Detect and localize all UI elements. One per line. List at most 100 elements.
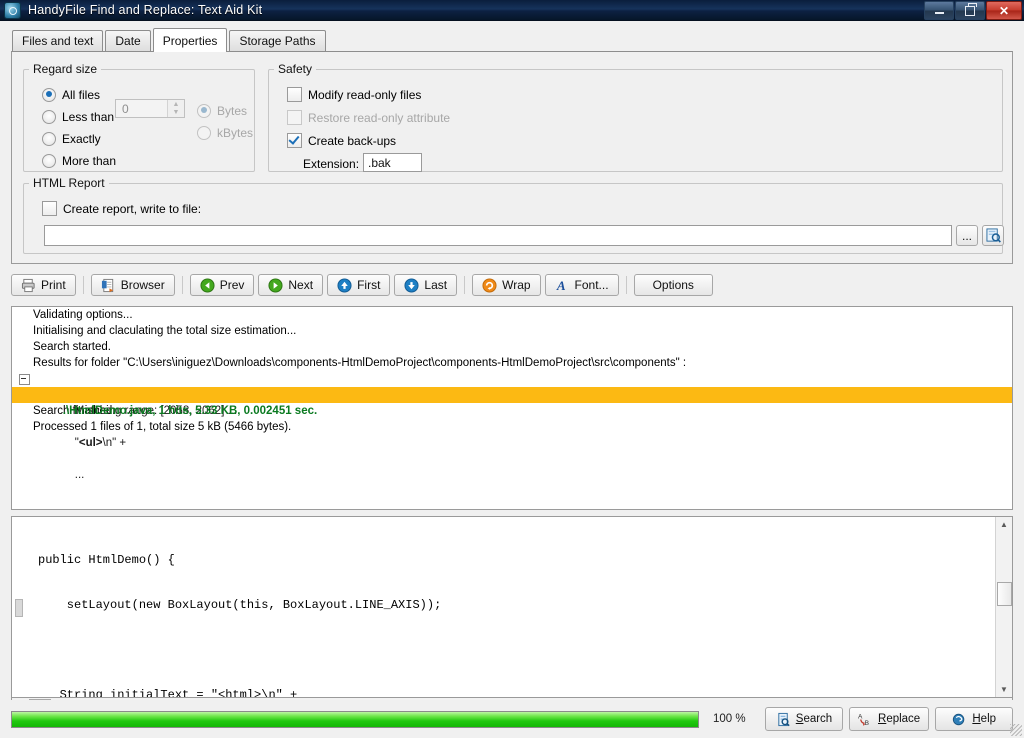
print-button[interactable]: Print bbox=[11, 274, 76, 296]
progress-percent-label: 100 % bbox=[713, 713, 746, 725]
scroll-up-icon[interactable]: ▲ bbox=[996, 517, 1012, 532]
status-bar: 100 % Search A B Replace Help bbox=[0, 700, 1024, 738]
arrow-left-green-icon bbox=[200, 277, 215, 293]
code-line: String initialText = "<html>\n" + bbox=[12, 688, 995, 697]
close-button[interactable]: ✕ bbox=[986, 1, 1022, 20]
tab-storage-paths[interactable]: Storage Paths bbox=[229, 30, 326, 51]
code-line-text: setLayout(new BoxLayout(this, BoxLayout.… bbox=[38, 598, 442, 612]
radio-exactly-label: Exactly bbox=[62, 132, 101, 146]
code-text-area[interactable]: public HtmlDemo() { setLayout(new BoxLay… bbox=[12, 517, 995, 697]
tab-files-and-text[interactable]: Files and text bbox=[12, 30, 104, 51]
collapse-minus-icon[interactable] bbox=[19, 374, 30, 385]
radio-more-than-label: More than bbox=[62, 154, 117, 168]
modify-readonly-label: Modify read-only files bbox=[308, 87, 422, 102]
replace-button[interactable]: A B Replace bbox=[849, 707, 930, 731]
print-label: Print bbox=[41, 278, 66, 292]
wrap-button[interactable]: Wrap bbox=[472, 274, 541, 296]
help-button[interactable]: Help bbox=[935, 707, 1014, 731]
radio-less-than[interactable]: Less than bbox=[42, 110, 114, 124]
toolbar-separator bbox=[82, 276, 84, 294]
log-file-result-row[interactable]: .\HtmlDemo.java, 1 hits, 5.33 KB, 0.0024… bbox=[12, 371, 1012, 417]
vertical-scroll-thumb[interactable] bbox=[996, 582, 1012, 606]
tab-date[interactable]: Date bbox=[105, 30, 151, 51]
match-snippet-post: \n" + bbox=[102, 437, 127, 449]
help-button-label: Help bbox=[972, 713, 997, 725]
title-bar: HandyFile Find and Replace: Text Aid Kit… bbox=[0, 0, 1024, 21]
browse-report-path-button[interactable]: ... bbox=[956, 225, 978, 246]
preview-magnifier-icon bbox=[985, 228, 1001, 243]
help-button-rest: elp bbox=[980, 713, 997, 725]
radio-more-than[interactable]: More than bbox=[42, 154, 116, 168]
radio-less-than-label: Less than bbox=[62, 110, 115, 124]
tab-properties[interactable]: Properties bbox=[152, 28, 228, 52]
prev-button[interactable]: Prev bbox=[189, 274, 255, 296]
stepper-up-icon[interactable]: ▲ bbox=[168, 100, 184, 109]
log-line: Search started. bbox=[33, 341, 111, 353]
code-line: public HtmlDemo() { bbox=[12, 553, 995, 568]
restore-readonly-checkbox-icon bbox=[287, 110, 302, 125]
arrow-right-green-icon bbox=[268, 277, 283, 293]
font-button[interactable]: A Font... bbox=[544, 274, 619, 296]
split-handle[interactable] bbox=[15, 599, 23, 617]
size-value-stepper[interactable]: 0 ▲ ▼ bbox=[115, 99, 185, 118]
restore-button[interactable] bbox=[955, 1, 985, 20]
code-line-text: public HtmlDemo() { bbox=[38, 553, 175, 567]
search-button-label: Search bbox=[795, 713, 833, 725]
radio-less-than-icon bbox=[42, 110, 56, 124]
toolbar-separator-2 bbox=[181, 276, 183, 294]
radio-all-files[interactable]: All files bbox=[42, 88, 100, 102]
code-preview-pane[interactable]: public HtmlDemo() { setLayout(new BoxLay… bbox=[11, 516, 1013, 698]
radio-kbytes-label: kBytes bbox=[217, 126, 254, 140]
log-line: Validating options... bbox=[33, 309, 133, 321]
first-button[interactable]: First bbox=[327, 274, 391, 296]
last-button[interactable]: Last bbox=[394, 274, 458, 296]
radio-exactly[interactable]: Exactly bbox=[42, 132, 101, 146]
modify-readonly-checkbox-icon bbox=[287, 87, 302, 102]
wrap-label: Wrap bbox=[502, 278, 531, 292]
radio-bytes-label: Bytes bbox=[217, 104, 248, 118]
checkbox-create-backups[interactable]: Create back-ups bbox=[287, 133, 396, 148]
log-line: Initialising and claculating the total s… bbox=[33, 325, 297, 337]
extension-input[interactable] bbox=[363, 153, 422, 172]
code-vertical-scrollbar[interactable]: ▲ ▼ bbox=[995, 517, 1012, 697]
regard-size-legend: Regard size bbox=[33, 62, 98, 76]
progress-bar bbox=[11, 710, 699, 728]
match-snippet-bold: <ul> bbox=[78, 437, 103, 449]
browser-page-icon bbox=[101, 278, 113, 292]
log-match-row[interactable]: Matching range: [2058, 2062] ... "<ul>\n… bbox=[12, 387, 1012, 481]
scroll-down-icon[interactable]: ▼ bbox=[996, 682, 1012, 697]
checkbox-create-report[interactable]: Create report, write to file: bbox=[42, 201, 201, 216]
safety-legend: Safety bbox=[278, 62, 313, 76]
wrap-orange-icon bbox=[482, 277, 497, 293]
report-path-input[interactable] bbox=[44, 225, 952, 246]
radio-bytes[interactable]: Bytes bbox=[197, 104, 247, 118]
results-log-pane[interactable]: Validating options... Initialising and c… bbox=[11, 306, 1013, 510]
preview-report-button[interactable] bbox=[982, 225, 1004, 246]
stepper-down-icon[interactable]: ▼ bbox=[168, 109, 184, 118]
create-report-label: Create report, write to file: bbox=[63, 201, 202, 216]
radio-kbytes[interactable]: kBytes bbox=[197, 126, 253, 140]
minimize-button[interactable] bbox=[924, 1, 954, 20]
log-line: Processed 1 files of 1, total size 5 kB … bbox=[33, 421, 292, 433]
code-line-text: String initialText = "<html>\n" + bbox=[38, 688, 298, 697]
replace-button-rest: eplace bbox=[886, 713, 921, 725]
checkbox-modify-readonly[interactable]: Modify read-only files bbox=[287, 87, 421, 102]
html-report-group: HTML Report Create report, write to file… bbox=[23, 176, 1004, 254]
stepper-arrows[interactable]: ▲ ▼ bbox=[167, 100, 184, 117]
safety-group: Safety Modify read-only files Restore re… bbox=[268, 62, 1003, 172]
window-controls: ✕ bbox=[924, 1, 1022, 20]
font-a-icon: A bbox=[555, 278, 565, 293]
action-buttons: Search A B Replace Help bbox=[765, 707, 1014, 731]
search-button[interactable]: Search bbox=[765, 707, 843, 731]
browser-button[interactable]: Browser bbox=[90, 274, 175, 296]
next-label: Next bbox=[288, 278, 314, 292]
radio-all-files-icon bbox=[42, 88, 56, 102]
checkbox-restore-readonly[interactable]: Restore read-only attribute bbox=[287, 110, 450, 125]
window-title: HandyFile Find and Replace: Text Aid Kit bbox=[28, 3, 263, 17]
extension-label: Extension: bbox=[303, 157, 360, 171]
next-button[interactable]: Next bbox=[258, 274, 324, 296]
last-label: Last bbox=[424, 278, 448, 292]
options-button[interactable]: Options bbox=[633, 274, 713, 296]
window-resize-grip[interactable] bbox=[1010, 724, 1022, 736]
